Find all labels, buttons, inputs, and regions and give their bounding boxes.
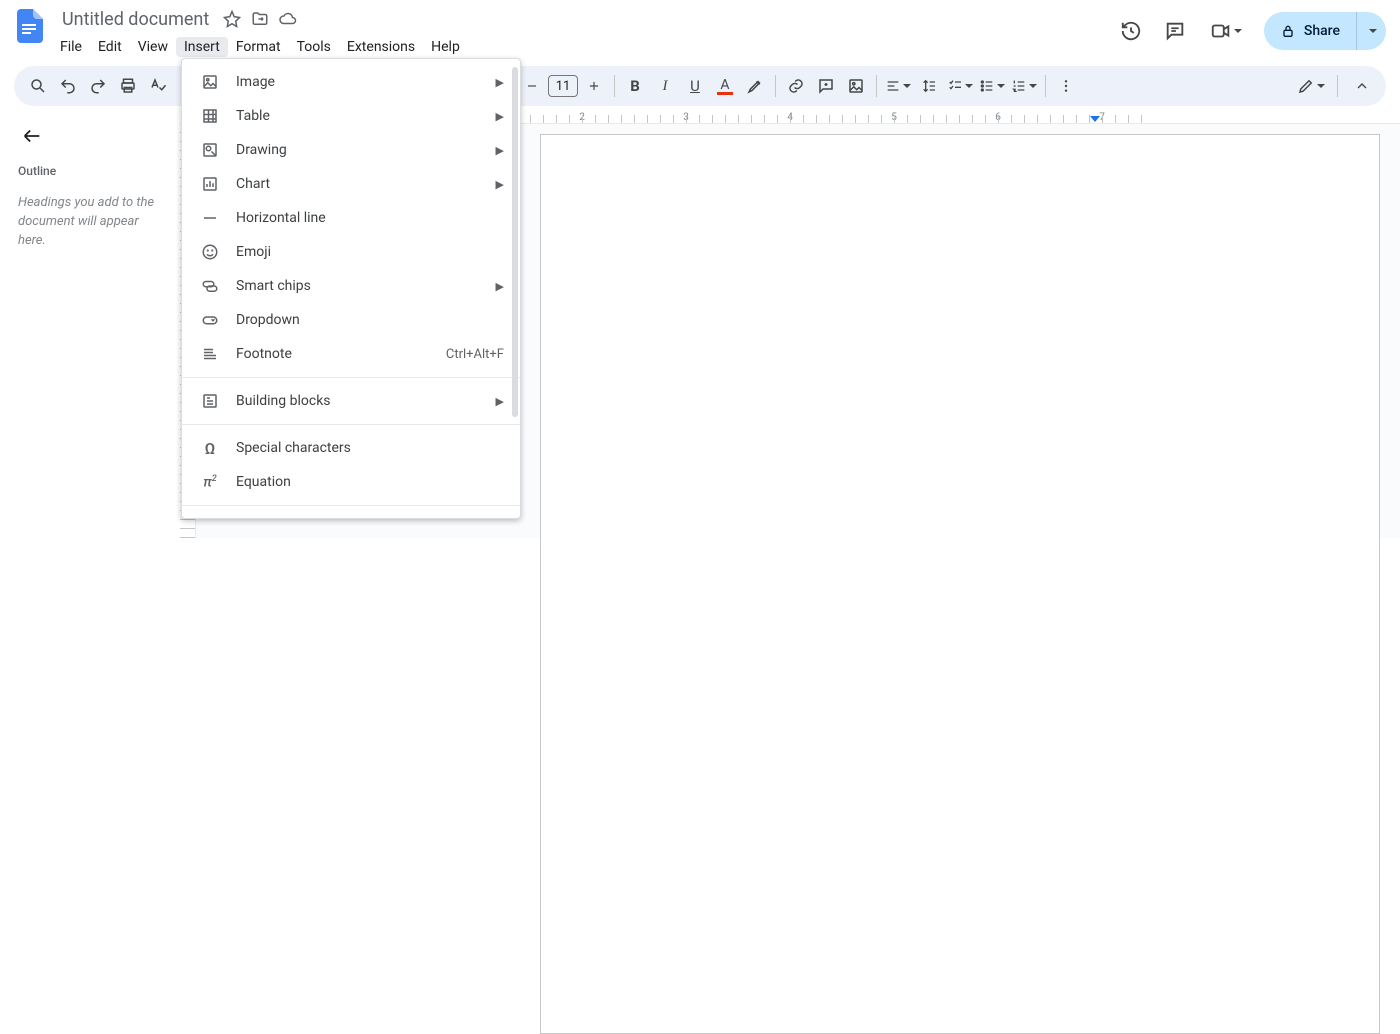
submenu-arrow-icon: ▶ [496, 110, 504, 123]
page-canvas[interactable] [540, 134, 1380, 1034]
insert-menu-hr[interactable]: Horizontal line [182, 201, 520, 235]
dropdown-scrollbar[interactable] [512, 67, 518, 417]
more-button[interactable] [1052, 72, 1080, 100]
insert-link-button[interactable] [782, 72, 810, 100]
blocks-icon [200, 391, 220, 411]
outline-panel: Outline Headings you add to the document… [0, 106, 180, 538]
insert-menu-footnote[interactable]: FootnoteCtrl+Alt+F [182, 337, 520, 371]
table-icon [200, 106, 220, 126]
insert-menu-blocks[interactable]: Building blocks▶ [182, 384, 520, 418]
align-button[interactable] [883, 72, 913, 100]
undo-button[interactable] [54, 72, 82, 100]
menu-format[interactable]: Format [228, 37, 289, 57]
insert-menu-chart[interactable]: Chart▶ [182, 167, 520, 201]
equation-icon: π2 [200, 472, 220, 492]
insert-menu-equation[interactable]: π2Equation [182, 465, 520, 499]
collapse-toolbar-button[interactable] [1348, 72, 1376, 100]
share-dropdown[interactable] [1356, 12, 1386, 50]
submenu-arrow-icon: ▶ [496, 178, 504, 191]
submenu-arrow-icon: ▶ [496, 280, 504, 293]
submenu-arrow-icon: ▶ [496, 76, 504, 89]
docs-logo[interactable] [14, 6, 46, 46]
footnote-icon [200, 344, 220, 364]
decrease-font-button[interactable] [518, 72, 546, 100]
meet-icon[interactable] [1206, 18, 1246, 44]
margin-marker[interactable] [1090, 116, 1100, 122]
redo-button[interactable] [84, 72, 112, 100]
bold-button[interactable]: B [621, 72, 649, 100]
close-outline-button[interactable] [18, 122, 46, 150]
outline-empty-text: Headings you add to the document will ap… [18, 194, 166, 251]
menu-edit[interactable]: Edit [90, 37, 130, 57]
document-title[interactable]: Untitled document [56, 9, 215, 30]
line-spacing-button[interactable] [915, 72, 943, 100]
image-icon [200, 72, 220, 92]
chips-icon [200, 276, 220, 296]
menu-insert[interactable]: Insert [176, 37, 228, 57]
menu-help[interactable]: Help [423, 37, 468, 57]
omega-icon: Ω [200, 438, 220, 458]
submenu-arrow-icon: ▶ [496, 144, 504, 157]
drawing-icon [200, 140, 220, 160]
history-icon[interactable] [1118, 18, 1144, 44]
menu-file[interactable]: File [52, 37, 90, 57]
insert-menu-table[interactable]: Table▶ [182, 99, 520, 133]
insert-menu-emoji[interactable]: Emoji [182, 235, 520, 269]
insert-menu-chips[interactable]: Smart chips▶ [182, 269, 520, 303]
insert-image-button[interactable] [842, 72, 870, 100]
menu-bar: File Edit View Insert Format Tools Exten… [52, 34, 1118, 60]
submenu-arrow-icon: ▶ [496, 395, 504, 408]
share-button[interactable]: Share [1264, 12, 1356, 50]
chart-icon [200, 174, 220, 194]
insert-menu-drawing[interactable]: Drawing▶ [182, 133, 520, 167]
print-button[interactable] [114, 72, 142, 100]
search-menus-button[interactable] [24, 72, 52, 100]
editing-mode-button[interactable] [1295, 72, 1327, 100]
outline-heading: Outline [18, 164, 166, 178]
increase-font-button[interactable] [580, 72, 608, 100]
share-label: Share [1304, 23, 1340, 39]
cloud-status-icon[interactable] [277, 8, 299, 30]
star-icon[interactable] [221, 8, 243, 30]
font-size-input[interactable]: 11 [548, 75, 578, 97]
comments-icon[interactable] [1162, 18, 1188, 44]
insert-menu-image[interactable]: Image▶ [182, 65, 520, 99]
move-icon[interactable] [249, 8, 271, 30]
bulleted-list-button[interactable] [977, 72, 1007, 100]
insert-menu-dropdown: Image▶Table▶Drawing▶Chart▶Horizontal lin… [181, 58, 521, 519]
insert-menu-omega[interactable]: ΩSpecial characters [182, 431, 520, 465]
emoji-icon [200, 242, 220, 262]
add-comment-button[interactable] [812, 72, 840, 100]
menu-view[interactable]: View [130, 37, 176, 57]
checklist-button[interactable] [945, 72, 975, 100]
italic-button[interactable]: I [651, 72, 679, 100]
menu-tools[interactable]: Tools [289, 37, 339, 57]
numbered-list-button[interactable] [1009, 72, 1039, 100]
highlight-button[interactable] [741, 72, 769, 100]
spellcheck-button[interactable] [144, 72, 172, 100]
dropdown-icon [200, 310, 220, 330]
underline-button[interactable]: U [681, 72, 709, 100]
insert-menu-dropdown[interactable]: Dropdown [182, 303, 520, 337]
hr-icon [200, 208, 220, 228]
text-color-button[interactable]: A [711, 72, 739, 100]
menu-extensions[interactable]: Extensions [339, 37, 423, 57]
